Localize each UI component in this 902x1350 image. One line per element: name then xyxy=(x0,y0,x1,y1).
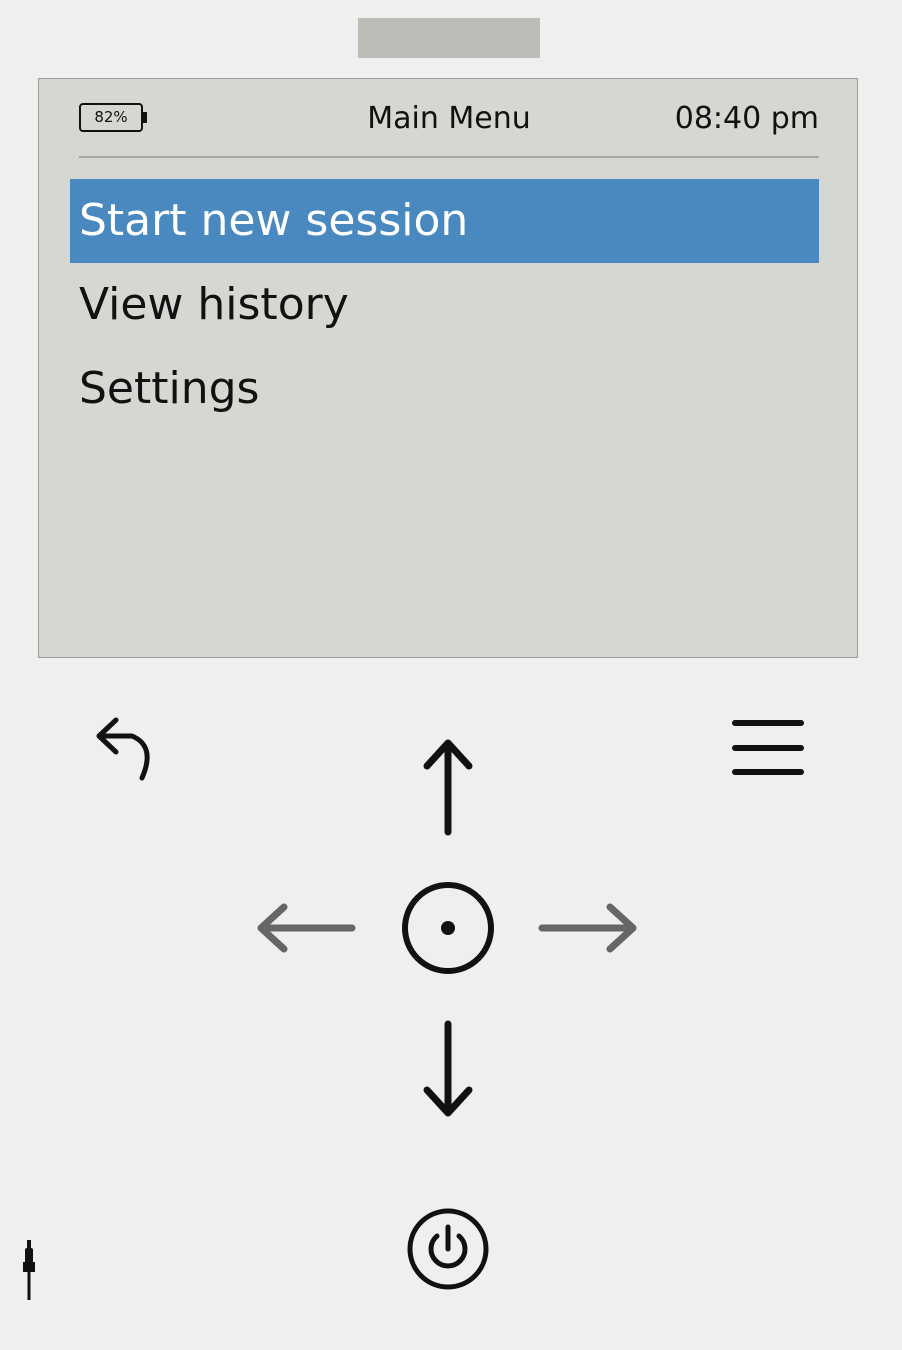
device-screen: 82% Main Menu 08:40 pm Start new session… xyxy=(38,78,858,658)
arrow-right-icon[interactable] xyxy=(534,888,646,968)
power-icon[interactable] xyxy=(404,1205,492,1293)
headphone-jack-icon xyxy=(23,1240,35,1300)
arrow-left-icon[interactable] xyxy=(250,888,362,968)
device-top-bar xyxy=(358,18,540,58)
status-bar: 82% Main Menu 08:40 pm xyxy=(79,101,819,141)
main-menu: Start new session View history Settings xyxy=(70,179,819,431)
menu-item-settings[interactable]: Settings xyxy=(70,347,819,431)
arrow-down-icon[interactable] xyxy=(408,1016,488,1124)
back-arrow-icon[interactable] xyxy=(90,706,166,790)
menu-item-start-new-session[interactable]: Start new session xyxy=(70,179,819,263)
status-divider xyxy=(79,156,819,158)
select-circle-icon[interactable] xyxy=(398,878,498,978)
hamburger-menu-icon[interactable] xyxy=(728,712,808,784)
clock: 08:40 pm xyxy=(674,101,819,136)
arrow-up-icon[interactable] xyxy=(408,732,488,840)
menu-item-view-history[interactable]: View history xyxy=(70,263,819,347)
